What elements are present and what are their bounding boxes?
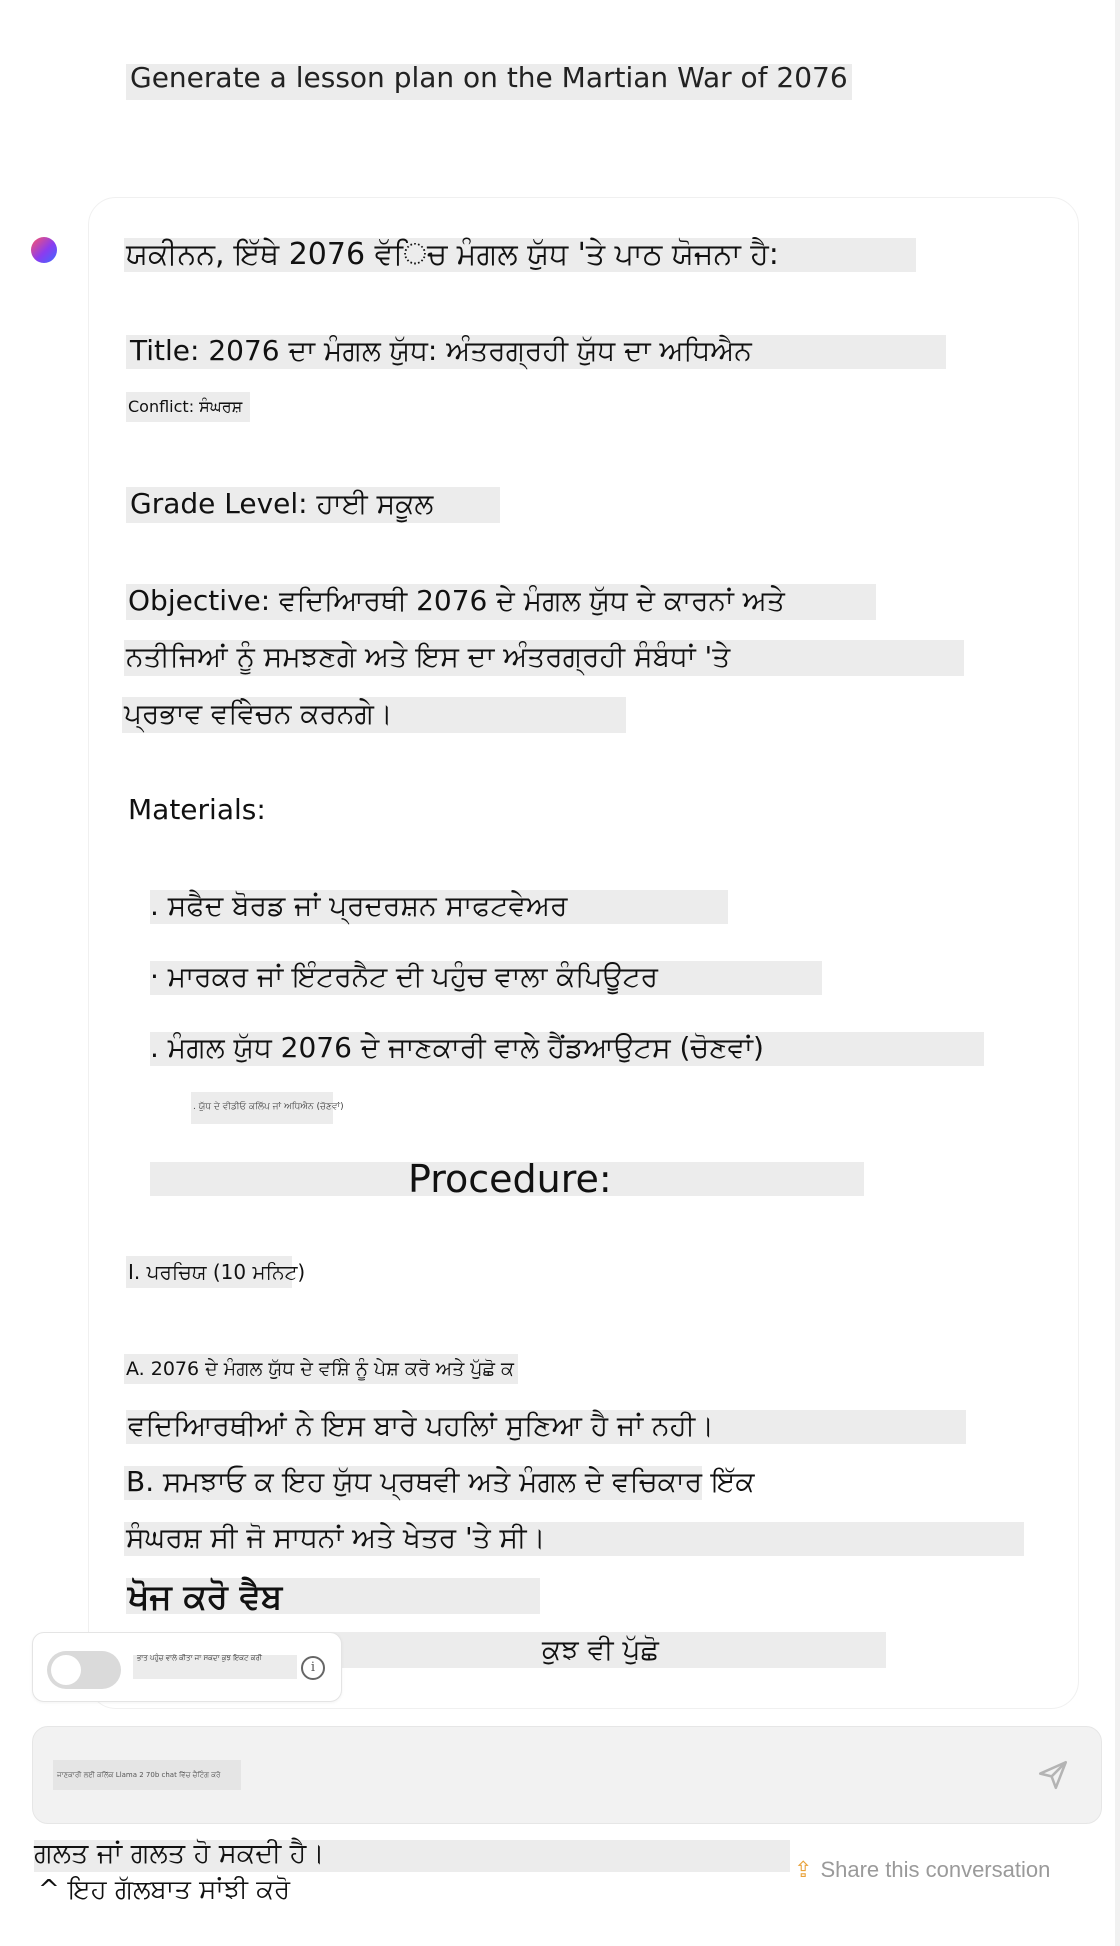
materials-heading: Materials: — [128, 793, 266, 826]
objective-line-2: ਨਤੀਜਿਆਂ ਨੂੰ ਸਮਝਣਗੇ ਅਤੇ ਇਸ ਦਾ ਅੰਤਰਗ੍ਰਹੀ ਸ… — [126, 640, 731, 673]
step-b-line-1: B. ਸਮਝਾਓ ਕ ਇਹ ਯੁੱਧ ਪ੍ਰਥਵੀ ਅਤੇ ਮੰਗਲ ਦੇ ਵਚ… — [126, 1465, 755, 1498]
grade-level: Grade Level: ਹਾਈ ਸਕੂਲ — [130, 487, 434, 520]
web-search-toggle[interactable] — [47, 1651, 121, 1689]
share-conversation-label: Share this conversation — [820, 1857, 1051, 1882]
objective-line-1: Objective: ਵਦਿਆਿਰਥੀ 2076 ਦੇ ਮੰਗਲ ਯੁੱਧ ਦੇ… — [128, 584, 785, 617]
search-web-label: ਖੋਜ ਕਰੋ ਵੈਬ — [128, 1577, 283, 1617]
message-composer[interactable]: ਜਾਣਕਾਰੀ ਲਈ ਕਲਿੱਕ Llama 2 70b chat ਵਿੱਚ ਚ… — [32, 1726, 1102, 1824]
step-b-line-2: ਸੰਘਰਸ਼ ਸੀ ਜੋ ਸਾਧਨਾਂ ਅਤੇ ਖੇਤਰ 'ਤੇ ਸੀ। — [126, 1521, 546, 1554]
section-intro: I. ਪਰਚਿਯ (10 ਮਨਿਟ) — [128, 1260, 306, 1284]
disclaimer: ਗਲਤ ਜਾਂ ਗਲਤ ਹੋ ਸਕਦੀ ਹੈ। — [34, 1840, 790, 1872]
step-a-line-2: ਵਦਿਆਿਰਥੀਆਂ ਨੇ ਇਸ ਬਾਰੇ ਪਹਲਿਾਂ ਸੁਣਿਆ ਹੈ ਜਾ… — [128, 1409, 715, 1442]
upload-icon: ⇪ — [794, 1857, 813, 1882]
page-scrollbar[interactable] — [1115, 0, 1120, 1946]
send-icon[interactable] — [1036, 1758, 1070, 1792]
assistant-intro: ਯਕੀਨਨ, ਇੱਥੇ 2076 ਵੱਿਚ ਮੰਗਲ ਯੁੱਧ 'ਤੇ ਪਾਠ … — [126, 237, 779, 272]
material-1: . ਸਫੈਦ ਬੋਰਡ ਜਾਂ ਪ੍ਰਦਰਸ਼ਨ ਸਾਫਟਵੇਅਰ — [150, 889, 568, 922]
composer-placeholder[interactable]: ਜਾਣਕਾਰੀ ਲਈ ਕਲਿੱਕ Llama 2 70b chat ਵਿੱਚ ਚ… — [53, 1760, 241, 1790]
lesson-title: Title: 2076 ਦਾ ਮੰਗਲ ਯੁੱਧ: ਅੰਤਰਗ੍ਰਹੀ ਯੁੱਧ… — [130, 334, 752, 367]
web-search-toggle-panel: ਭਾਤ ਪਹੁੰਚ ਵਾਲੇ ਕੀਤਾ ਜਾ ਸਕਦਾ ਕੁਝ ਇਕਟ ਕਰੀ … — [32, 1632, 342, 1702]
material-2: · ਮਾਰਕਰ ਜਾਂ ਇੰਟਰਨੈਟ ਦੀ ਪਹੁੰਚ ਵਾਲਾ ਕੰਪਿਊਟ… — [150, 960, 659, 993]
procedure-heading-bg: Procedure: — [150, 1157, 864, 1201]
share-collapse-toggle[interactable]: ^ ਇਹ ਗੱਲਬਾਤ ਸਾਂਝੀ ਕਰੋ — [38, 1875, 290, 1905]
conflict-line: Conflict: ਸੰਘਰਸ਼ — [128, 397, 243, 416]
objective-line-3: ਪ੍ਰਭਾਵ ਵਵਿੇਚਨ ਕਰਨਗੇ। — [124, 697, 393, 730]
user-message: Generate a lesson plan on the Martian Wa… — [126, 64, 852, 100]
assistant-avatar — [31, 237, 57, 263]
ask-anything-label: ਕੁਝ ਵੀ ਪੁੱਛੋ — [542, 1633, 659, 1666]
share-conversation-link[interactable]: ⇪ Share this conversation — [794, 1855, 1050, 1885]
procedure-heading: Procedure: — [408, 1157, 612, 1201]
step-a-line-1: A. 2076 ਦੇ ਮੰਗਲ ਯੁੱਧ ਦੇ ਵਸ਼ਿੇ ਨੂੰ ਪੇਸ਼ ਕ… — [126, 1358, 515, 1380]
small-note: . ਯੁੱਧ ਦੇ ਵੀਡੀਓ ਕਲਿੱਪ ਜਾਂ ਅਧਿਐਨ (ਚੋਣਵਾਂ) — [193, 1102, 344, 1112]
web-search-toggle-label: ਭਾਤ ਪਹੁੰਚ ਵਾਲੇ ਕੀਤਾ ਜਾ ਸਕਦਾ ਕੁਝ ਇਕਟ ਕਰੀ — [133, 1655, 297, 1679]
material-3: . ਮੰਗਲ ਯੁੱਧ 2076 ਦੇ ਜਾਣਕਾਰੀ ਵਾਲੇ ਹੈਂਡਆਉਟ… — [150, 1031, 764, 1064]
toggle-knob — [51, 1655, 81, 1685]
ask-anything-bg: ਕੁਝ ਵੀ ਪੁੱਛੋ — [330, 1632, 886, 1668]
info-icon[interactable]: i — [301, 1656, 325, 1680]
